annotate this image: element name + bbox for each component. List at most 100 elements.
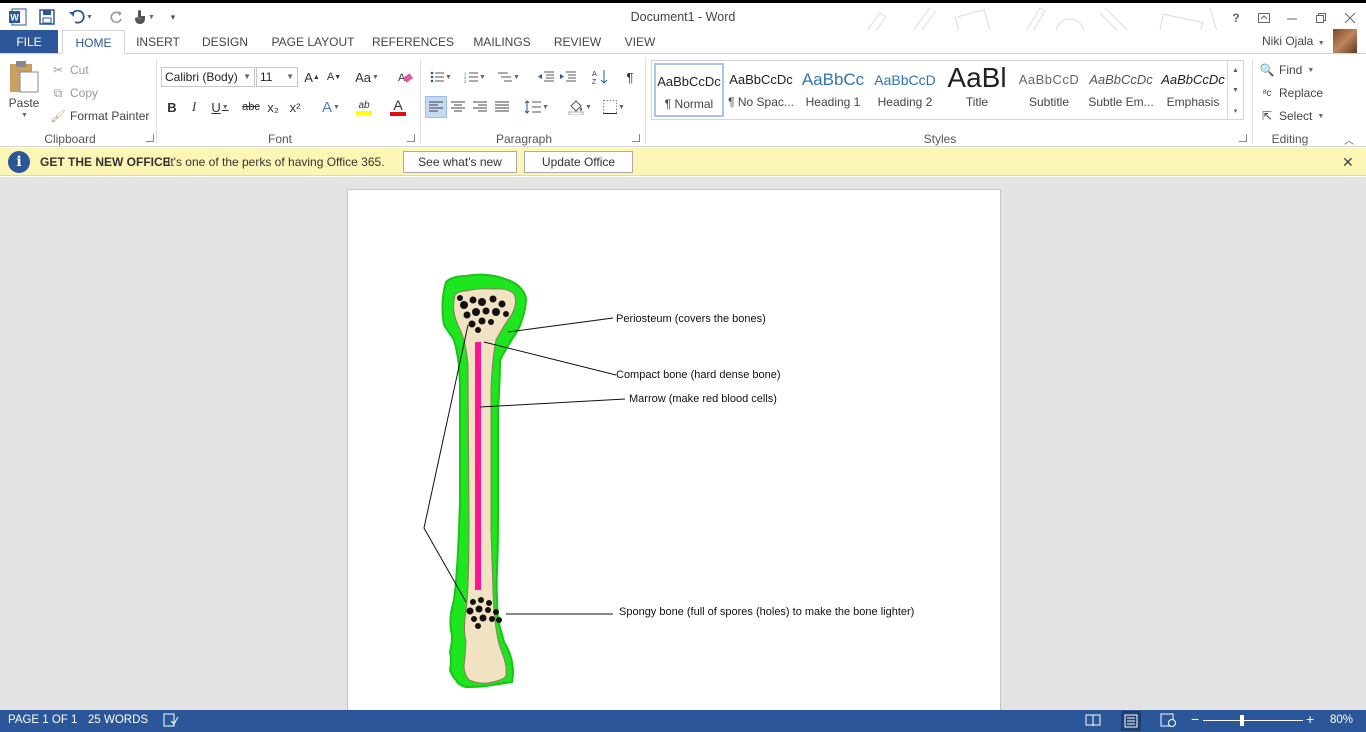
font-name-combo[interactable]: Calibri (Body) ▼ [161,67,255,87]
document-page[interactable]: Periosteum (covers the bones) Compact bo… [347,189,1001,710]
replace-icon: ᵃc [1262,87,1272,99]
tab-review[interactable]: REVIEW [550,30,605,54]
style-heading-1[interactable]: AaBbCc Heading 1 [798,63,868,117]
tab-home[interactable]: HOME [62,30,125,54]
title-bar: W ▼ ▼ ▾ Document1 - Word ? [0,0,1366,62]
show-formatting-marks-button[interactable]: ¶ [619,66,641,88]
print-layout-icon[interactable] [1121,711,1141,731]
paste-button[interactable]: Paste ▼ [8,60,40,119]
proofing-icon[interactable] [163,713,179,730]
bullets-icon [430,71,445,83]
tab-mailings[interactable]: MAILINGS [468,30,536,54]
superscript-button[interactable]: x² [284,96,306,118]
style-normal[interactable]: AaBbCcDc ¶ Normal [654,63,724,117]
clear-formatting-button[interactable]: A [394,66,416,88]
copy-button[interactable]: ⧉ Copy [50,85,98,101]
strikethrough-button[interactable]: abc [240,96,262,118]
ribbon-tabs: FILE HOME INSERT DESIGN PAGE LAYOUT REFE… [0,30,1366,54]
collapse-ribbon-icon[interactable]: ︿ [1344,132,1354,147]
tab-references[interactable]: REFERENCES [372,30,454,54]
strikethrough-icon: abc [242,101,260,113]
zoom-slider[interactable] [1203,715,1303,726]
notice-text: It's one of the perks of having Office 3… [167,155,385,169]
tab-page-layout[interactable]: PAGE LAYOUT [268,30,358,54]
gallery-scroll-down[interactable]: ▼ [1227,81,1243,100]
bold-button[interactable]: B [161,96,183,118]
zoom-in-button[interactable]: + [1306,711,1314,727]
change-case-button[interactable]: Aa ▼ [352,66,382,88]
replace-button[interactable]: ᵃc Replace [1259,85,1323,101]
minimize-icon[interactable] [1278,7,1306,29]
styles-launcher[interactable] [1239,134,1247,142]
web-layout-icon[interactable] [1160,713,1176,730]
font-color-button[interactable]: A [382,96,414,118]
tab-design[interactable]: DESIGN [197,30,253,54]
subscript-button[interactable]: x₂ [262,96,284,118]
style-no-spacing[interactable]: AaBbCcDc ¶ No Spac... [726,63,796,117]
borders-button[interactable]: ▼ [599,96,629,118]
font-size-combo[interactable]: 11 ▼ [256,67,298,87]
document-area[interactable]: Periosteum (covers the bones) Compact bo… [0,177,1366,710]
restore-icon[interactable] [1307,7,1335,29]
window-title: Document1 - Word [630,10,736,24]
cut-button[interactable]: ✂ Cut [50,62,89,78]
paragraph-launcher[interactable] [632,134,640,142]
help-icon[interactable]: ? [1222,7,1250,29]
page-count[interactable]: PAGE 1 OF 1 [8,714,77,726]
update-office-button[interactable]: Update Office [524,151,633,173]
highlight-button[interactable]: ab [348,96,380,118]
format-painter-button[interactable]: 🖌 Format Painter [50,108,149,124]
tab-view[interactable]: VIEW [620,30,660,54]
multilevel-list-button[interactable]: ▼ [494,66,524,88]
select-button[interactable]: ⇱ Select ▼ [1259,108,1324,124]
read-mode-icon[interactable] [1085,713,1101,730]
align-left-button[interactable] [425,96,447,118]
bullets-button[interactable]: ▼ [426,66,456,88]
clipboard-launcher[interactable] [146,134,154,142]
italic-button[interactable]: I [183,96,205,118]
gallery-scroll-up[interactable]: ▲ [1227,61,1243,80]
see-whats-new-button[interactable]: See what's new [403,151,517,173]
find-button[interactable]: 🔍 Find ▼ [1259,62,1315,78]
avatar[interactable] [1333,29,1357,53]
ribbon-display-icon[interactable] [1250,7,1278,29]
editing-group-label: Editing [1271,132,1309,146]
zoom-level[interactable]: 80% [1330,714,1353,726]
word-count[interactable]: 25 WORDS [88,714,148,726]
style-emphasis[interactable]: AaBbCcDc Emphasis [1158,63,1228,117]
zoom-slider-thumb[interactable] [1239,715,1244,726]
style-sample: AaBl [947,63,1007,93]
shrink-font-button[interactable]: A ▼ [323,66,345,88]
zoom-out-button[interactable]: − [1191,711,1199,727]
align-right-button[interactable] [469,96,491,118]
ribbon-home: Paste ▼ ✂ Cut ⧉ Copy 🖌 Format Painter Clipb… [0,53,1366,147]
numbering-button[interactable]: 1 2 3 ▼ [460,66,490,88]
tab-insert[interactable]: INSERT [133,30,183,54]
align-center-button[interactable] [447,96,469,118]
multilevel-list-icon [498,72,513,82]
style-subtle-emphasis[interactable]: AaBbCcDc Subtle Em... [1086,63,1156,117]
shading-button[interactable]: ▼ [565,96,595,118]
gallery-more[interactable]: ▾ [1227,101,1243,120]
increase-indent-button[interactable] [557,66,579,88]
notice-title: GET THE NEW OFFICE [40,155,171,169]
user-account[interactable]: Niki Ojala ▼ [1262,30,1325,55]
style-heading-2[interactable]: AaBbCcD Heading 2 [870,63,940,117]
superscript-icon: x² [289,99,301,115]
font-launcher[interactable] [407,134,415,142]
tab-file[interactable]: FILE [0,30,58,54]
line-spacing-button[interactable]: ▼ [522,96,552,118]
text-effects-button[interactable]: A ▼ [316,96,346,118]
close-icon[interactable] [1336,7,1364,29]
style-subtitle[interactable]: AaBbCcD Subtitle [1014,63,1084,117]
callout-lines [423,317,626,615]
grow-font-button[interactable]: A ▲ [301,66,323,88]
style-title[interactable]: AaBl Title [942,63,1012,117]
info-icon: i [8,151,30,173]
justify-button[interactable] [491,96,513,118]
close-icon[interactable]: ✕ [1342,154,1354,171]
decrease-indent-button[interactable] [535,66,557,88]
underline-button[interactable]: U ▼ [205,96,235,118]
sort-button[interactable]: AZ [589,66,611,88]
underline-icon: U [211,99,221,115]
